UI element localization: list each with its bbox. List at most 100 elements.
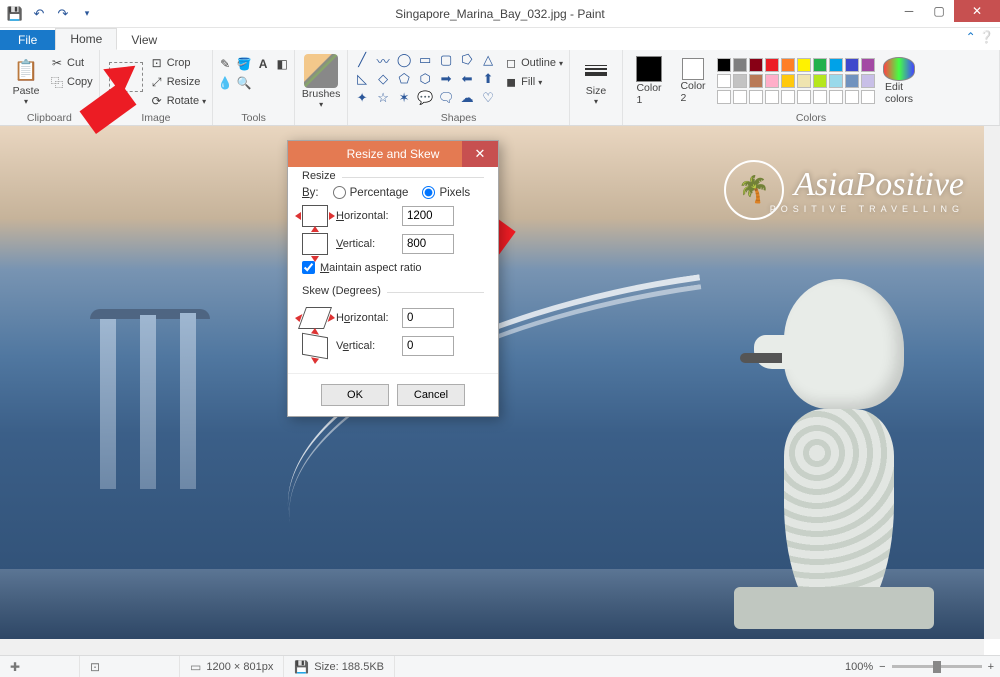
pencil-tool-icon[interactable]: ✎ (217, 56, 233, 72)
arrow-up-shape-icon[interactable]: ⬆ (480, 71, 496, 87)
undo-icon[interactable]: ↶ (28, 3, 50, 25)
arrow-right-shape-icon[interactable]: ➡ (438, 71, 454, 87)
palette-color[interactable] (861, 58, 875, 72)
callout-shape-icon[interactable]: 💬 (417, 90, 433, 106)
palette-color[interactable] (733, 74, 747, 88)
redo-icon[interactable]: ↷ (52, 3, 74, 25)
palette-color[interactable] (861, 74, 875, 88)
palette-color[interactable] (781, 58, 795, 72)
rect-shape-icon[interactable]: ▭ (417, 52, 433, 68)
palette-color[interactable] (829, 90, 843, 104)
palette-color[interactable] (813, 74, 827, 88)
crop-button[interactable]: ⊡Crop (150, 54, 206, 72)
resize-vertical-input[interactable] (402, 234, 454, 254)
qat-customize-icon[interactable]: ▾ (76, 3, 98, 25)
horizontal-scrollbar[interactable] (0, 639, 984, 655)
palette-color[interactable] (797, 90, 811, 104)
color2-button[interactable]: Color 2 (673, 52, 713, 110)
tab-file[interactable]: File (0, 30, 55, 50)
palette-color[interactable] (717, 90, 731, 104)
line-shape-icon[interactable]: ╱ (354, 52, 370, 68)
pentagon-shape-icon[interactable]: ⬠ (396, 71, 412, 87)
palette-color[interactable] (765, 90, 779, 104)
palette-color[interactable] (829, 58, 843, 72)
shapes-gallery[interactable]: ╱ 〰 ◯ ▭ ▢ ⭔ △ ◺ ◇ ⬠ ⬡ ➡ ⬅ ⬆ ✦ ☆ ✶ 💬 🗨 ☁ (354, 52, 496, 106)
size-button[interactable]: Size ▾ (576, 52, 616, 110)
palette-color[interactable] (813, 90, 827, 104)
curve-shape-icon[interactable]: 〰 (375, 52, 391, 68)
zoom-in-button[interactable]: + (988, 661, 994, 673)
text-tool-icon[interactable]: A (255, 56, 271, 72)
right-triangle-shape-icon[interactable]: ◺ (354, 71, 370, 87)
fill-tool-icon[interactable]: 🪣 (236, 56, 252, 72)
star6-shape-icon[interactable]: ✶ (396, 90, 412, 106)
palette-color[interactable] (845, 58, 859, 72)
palette-color[interactable] (749, 58, 763, 72)
ok-button[interactable]: OK (321, 384, 389, 406)
tab-view[interactable]: View (117, 30, 171, 50)
arrow-left-shape-icon[interactable]: ⬅ (459, 71, 475, 87)
palette-color[interactable] (829, 74, 843, 88)
dialog-titlebar[interactable]: Resize and Skew ✕ (288, 141, 498, 167)
brushes-button[interactable]: Brushes ▾ (301, 52, 341, 110)
edit-colors-button[interactable]: Edit colors (879, 52, 919, 110)
cancel-button[interactable]: Cancel (397, 384, 465, 406)
zoom-slider[interactable] (892, 665, 982, 668)
vertical-scrollbar[interactable] (984, 126, 1000, 639)
minimize-button[interactable]: ─ (894, 0, 924, 22)
palette-color[interactable] (733, 90, 747, 104)
skew-horizontal-input[interactable] (402, 308, 454, 328)
shape-outline-button[interactable]: ◻Outline▾ (504, 54, 563, 72)
callout2-shape-icon[interactable]: 🗨 (438, 90, 454, 106)
save-icon[interactable]: 💾 (4, 3, 26, 25)
tab-home[interactable]: Home (55, 28, 117, 50)
diamond-shape-icon[interactable]: ◇ (375, 71, 391, 87)
color-wheel-icon (883, 57, 915, 81)
star5-shape-icon[interactable]: ☆ (375, 90, 391, 106)
rotate-button[interactable]: ⟳Rotate▾ (150, 92, 206, 110)
polygon-shape-icon[interactable]: ⭔ (459, 52, 475, 68)
magnifier-tool-icon[interactable]: 🔍 (236, 75, 252, 91)
palette-color[interactable] (781, 90, 795, 104)
palette-color[interactable] (733, 58, 747, 72)
palette-color[interactable] (797, 58, 811, 72)
select-button[interactable]: Select ▾ (106, 52, 146, 110)
palette-color[interactable] (861, 90, 875, 104)
palette-color[interactable] (765, 58, 779, 72)
palette-color[interactable] (749, 74, 763, 88)
pixels-radio[interactable]: Pixels (422, 186, 470, 199)
zoom-out-button[interactable]: − (879, 661, 885, 673)
hexagon-shape-icon[interactable]: ⬡ (417, 71, 433, 87)
palette-color[interactable] (813, 58, 827, 72)
resize-button[interactable]: ⤢Resize (150, 73, 206, 91)
cut-button[interactable]: ✂Cut (50, 54, 93, 72)
star4-shape-icon[interactable]: ✦ (354, 90, 370, 106)
dialog-close-button[interactable]: ✕ (462, 141, 498, 167)
percentage-radio[interactable]: Percentage (333, 186, 409, 199)
ribbon-help-icon[interactable]: ⌃ ❔ (966, 30, 994, 44)
palette-color[interactable] (749, 90, 763, 104)
cloud-shape-icon[interactable]: ☁ (459, 90, 475, 106)
palette-color[interactable] (765, 74, 779, 88)
maximize-button[interactable]: ▢ (924, 0, 954, 22)
maintain-aspect-checkbox[interactable]: Maintain aspect ratio (302, 261, 484, 274)
palette-color[interactable] (717, 74, 731, 88)
close-button[interactable]: ✕ (954, 0, 1000, 22)
oval-shape-icon[interactable]: ◯ (396, 52, 412, 68)
palette-color[interactable] (781, 74, 795, 88)
triangle-shape-icon[interactable]: △ (480, 52, 496, 68)
eraser-tool-icon[interactable]: ◧ (274, 56, 290, 72)
heart-shape-icon[interactable]: ♡ (480, 90, 496, 106)
palette-color[interactable] (845, 90, 859, 104)
copy-button[interactable]: ⿻Copy (50, 73, 93, 91)
resize-horizontal-input[interactable] (402, 206, 454, 226)
eyedropper-tool-icon[interactable]: 💧 (217, 75, 233, 91)
shape-fill-button[interactable]: ◼Fill▾ (504, 73, 563, 91)
roundrect-shape-icon[interactable]: ▢ (438, 52, 454, 68)
palette-color[interactable] (717, 58, 731, 72)
palette-color[interactable] (797, 74, 811, 88)
palette-color[interactable] (845, 74, 859, 88)
paste-button[interactable]: 📋 Paste ▾ (6, 52, 46, 110)
color1-button[interactable]: Color 1 (629, 52, 669, 110)
skew-vertical-input[interactable] (402, 336, 454, 356)
